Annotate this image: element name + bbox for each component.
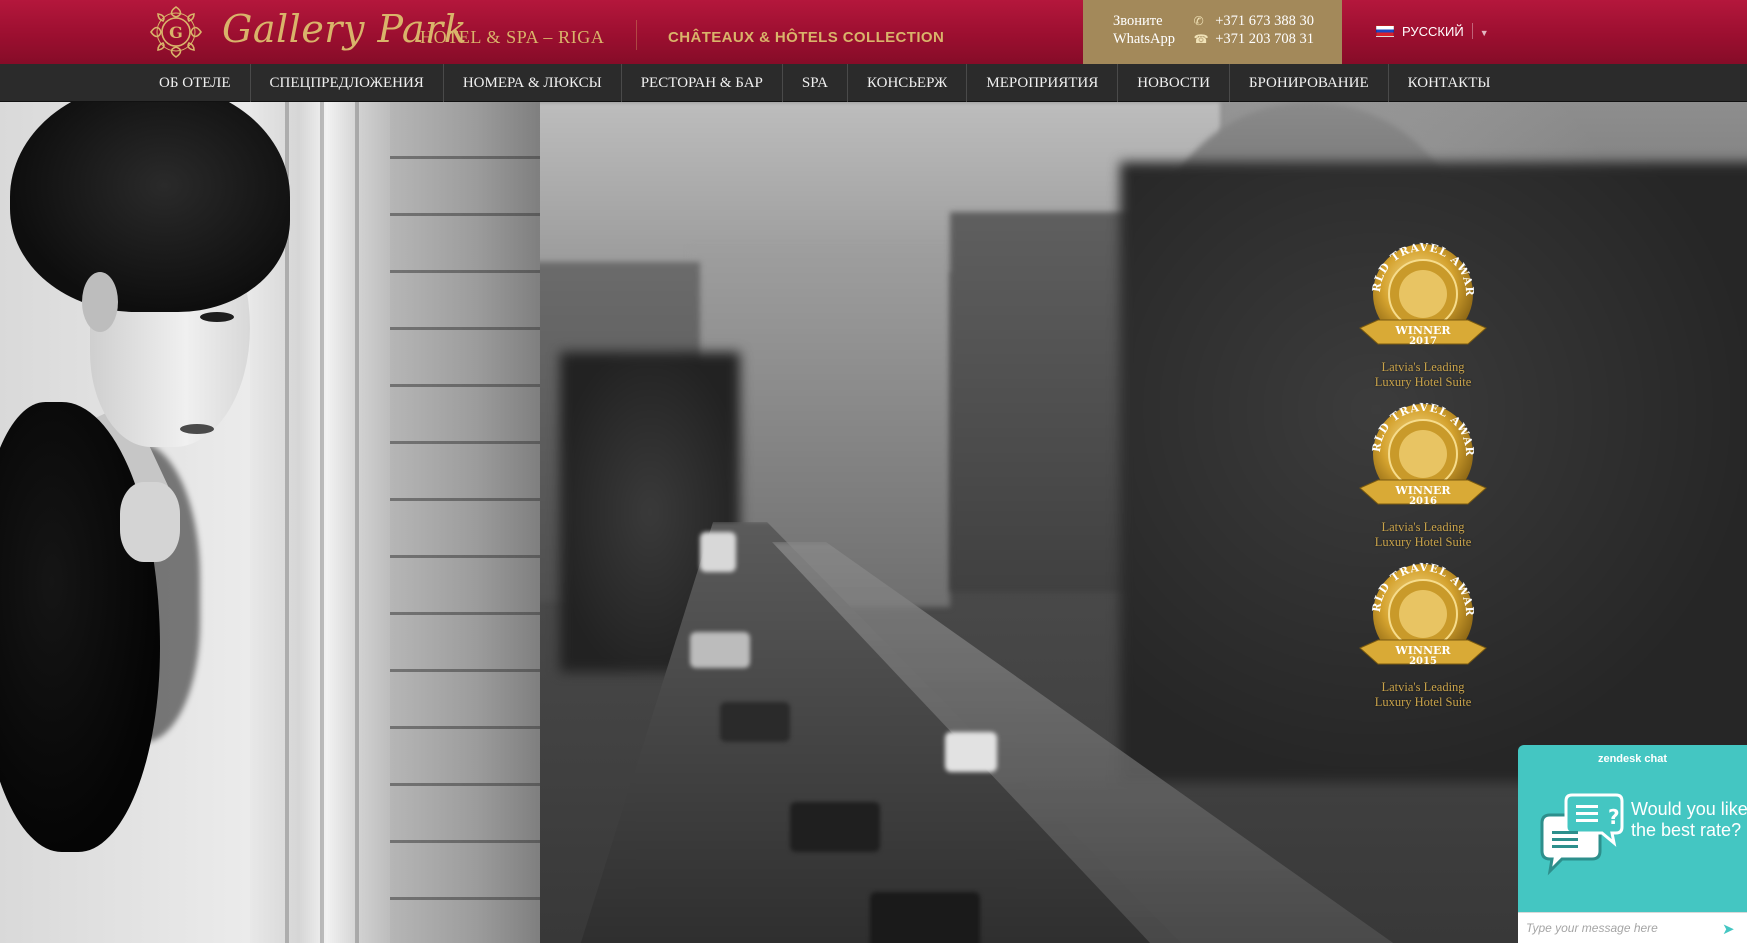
chat-brand: zendesk chat	[1597, 753, 1668, 765]
award-badge[interactable]: WORLD TRAVEL AWARDS WINNER 2015 Latvia's…	[1358, 560, 1488, 710]
language-label: РУССКИЙ	[1402, 24, 1464, 39]
chat-widget[interactable]: zendesk chat ? Would you like the best r…	[1518, 745, 1747, 943]
award-year: 2016	[1409, 496, 1437, 507]
award-medal-icon: WORLD TRAVEL AWARDS WINNER 2015	[1358, 560, 1487, 667]
phone-icon: ✆	[1193, 14, 1204, 28]
award-category: Luxury Hotel Suite	[1374, 375, 1472, 389]
award-category: Luxury Hotel Suite	[1374, 535, 1472, 549]
whatsapp-contact[interactable]: WhatsApp ☎ +371 203 708 31	[1113, 30, 1314, 48]
hero-facade-joints	[380, 102, 540, 943]
collection-logo[interactable]: CHÂTEAUX & HÔTELS COLLECTION	[668, 26, 944, 50]
nav-item-spa[interactable]: SPA	[783, 64, 849, 102]
hero-woman-hair	[10, 102, 290, 312]
award-medal-icon: WORLD TRAVEL AWARDS WINNER 2016	[1358, 400, 1487, 507]
whatsapp-label: WhatsApp	[1113, 31, 1176, 47]
hero-car	[700, 532, 736, 572]
nav-item-news[interactable]: НОВОСТИ	[1118, 64, 1230, 102]
whatsapp-icon: ☎	[1193, 32, 1209, 46]
award-badge[interactable]: WORLD TRAVEL AWARDS WINNER 2016 Latvia's…	[1358, 400, 1488, 550]
chat-prompt: Would you like the best rate?	[1631, 799, 1747, 840]
nav-item-rooms[interactable]: НОМЕРА & ЛЮКСЫ	[444, 64, 622, 102]
hero-car	[790, 802, 880, 852]
hero-woman-eye	[200, 312, 234, 322]
award-year: 2015	[1409, 656, 1437, 667]
hero-image: WORLD TRAVEL AWARDS WINNER 2017 Latvia's…	[0, 102, 1747, 943]
phone-number[interactable]: +371 673 388 30	[1215, 13, 1314, 29]
logo-letter: G	[169, 23, 183, 42]
award-medal-icon: WORLD TRAVEL AWARDS WINNER 2017	[1358, 240, 1487, 347]
hero-car	[870, 892, 980, 943]
chat-message-input[interactable]	[1526, 918, 1706, 938]
hero-woman-ear	[82, 272, 118, 332]
nav-item-contacts[interactable]: КОНТАКТЫ	[1389, 64, 1510, 102]
nav-menu: ОБ ОТЕЛЕ СПЕЦПРЕДЛОЖЕНИЯ НОМЕРА & ЛЮКСЫ …	[140, 64, 1509, 102]
svg-text:?: ?	[1608, 805, 1620, 829]
phone-label: Звоните	[1113, 13, 1163, 29]
award-badge[interactable]: WORLD TRAVEL AWARDS WINNER 2017 Latvia's…	[1358, 240, 1488, 390]
top-header: G Gallery Park HOTEL & SPA – RIGA CHÂTEA…	[0, 0, 1747, 64]
brand-subtitle: HOTEL & SPA – RIGA	[420, 27, 605, 47]
header-divider	[636, 20, 637, 50]
logo-emblem-icon[interactable]: G	[146, 3, 206, 61]
nav-item-booking[interactable]: БРОНИРОВАНИЕ	[1230, 64, 1389, 102]
whatsapp-number[interactable]: +371 203 708 31	[1215, 31, 1314, 47]
award-title: Latvia's Leading	[1381, 680, 1465, 694]
hero-woman	[0, 102, 300, 943]
phone-contact[interactable]: Звоните ✆ +371 673 388 30	[1113, 12, 1314, 30]
main-navigation: ОБ ОТЕЛЕ СПЕЦПРЕДЛОЖЕНИЯ НОМЕРА & ЛЮКСЫ …	[0, 64, 1747, 102]
send-icon[interactable]: ➤	[1722, 920, 1740, 938]
hero-woman-hand	[120, 482, 180, 562]
contact-box: Звоните ✆ +371 673 388 30 WhatsApp ☎ +37…	[1083, 0, 1342, 64]
hero-car	[690, 632, 750, 668]
russia-flag-icon	[1376, 25, 1394, 37]
award-title: Latvia's Leading	[1381, 360, 1465, 374]
hero-column-flute	[355, 102, 359, 943]
chat-bubble-icon: ?	[1532, 793, 1642, 883]
hero-car	[720, 702, 790, 742]
nav-item-concierge[interactable]: КОНСЬЕРЖ	[848, 64, 968, 102]
nav-item-about[interactable]: ОБ ОТЕЛЕ	[140, 64, 251, 102]
award-category: Luxury Hotel Suite	[1374, 695, 1472, 709]
chat-input-bar: ➤	[1518, 912, 1747, 943]
award-title: Latvia's Leading	[1381, 520, 1465, 534]
nav-item-restaurant[interactable]: РЕСТОРАН & БАР	[622, 64, 783, 102]
award-year: 2017	[1409, 336, 1437, 347]
hero-woman-lips	[180, 424, 214, 434]
hero-column-flute	[320, 102, 324, 943]
chevron-down-icon[interactable]: ▼	[1480, 28, 1489, 38]
language-selector[interactable]: РУССКИЙ ▼	[1376, 22, 1489, 42]
hero-car	[945, 732, 997, 772]
nav-item-offers[interactable]: СПЕЦПРЕДЛОЖЕНИЯ	[251, 64, 444, 102]
language-separator	[1471, 23, 1473, 39]
nav-item-events[interactable]: МЕРОПРИЯТИЯ	[967, 64, 1119, 102]
